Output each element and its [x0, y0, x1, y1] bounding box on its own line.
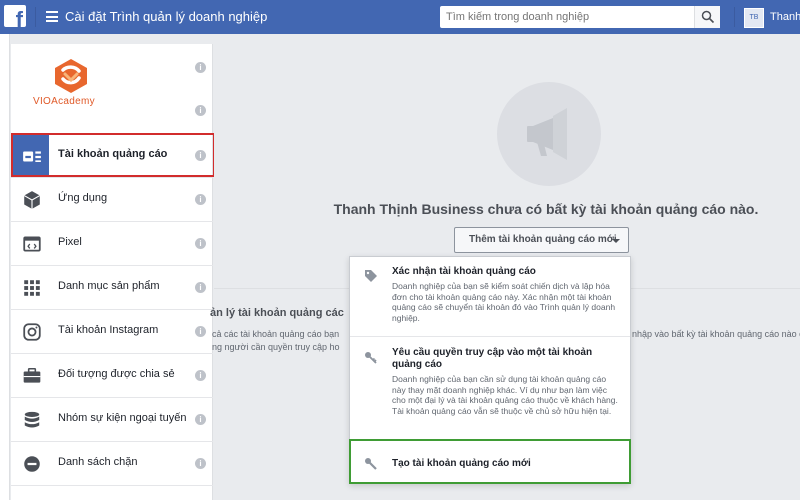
add-ad-account-button[interactable]: Thêm tài khoản quảng cáo mới	[454, 227, 629, 253]
sidebar-item-block-lists[interactable]: Danh sách chặn i	[11, 441, 213, 485]
search-icon	[701, 10, 715, 24]
info-icon[interactable]: i	[195, 458, 206, 469]
tag-icon	[365, 270, 377, 282]
sidebar-item-label: Tài khoản Instagram	[58, 324, 159, 336]
sidebar-item-label: Nhóm sự kiện ngoại tuyến	[58, 412, 187, 424]
add-ad-account-button-label: Thêm tài khoản quảng cáo mới	[469, 234, 617, 245]
menu-icon[interactable]	[46, 11, 58, 22]
settings-sidebar: VIOAcademy i i Tài khoản quảng cáo i Ứng…	[11, 44, 213, 500]
info-icon[interactable]: i	[195, 194, 206, 205]
topbar-divider	[734, 7, 735, 27]
sidebar-item-catalogs[interactable]: Danh mục sản phẩm i	[11, 265, 213, 309]
info-icon[interactable]: i	[195, 282, 206, 293]
empty-state-message: Thanh Thịnh Business chưa có bất kỳ tài …	[333, 201, 759, 217]
briefcase-icon	[23, 368, 41, 383]
page-title: Cài đặt Trình quản lý doanh nghiệp	[65, 9, 268, 24]
left-nav-strip	[0, 34, 10, 500]
sidebar-item-apps[interactable]: Ứng dụng i	[11, 177, 213, 221]
avatar[interactable]: TB	[744, 8, 764, 28]
grid-icon	[24, 280, 40, 296]
info-icon[interactable]: i	[195, 326, 206, 337]
sidebar-item-shared-audiences[interactable]: Đối tượng được chia sẻ i	[11, 353, 213, 397]
menu-item-title: Yêu cầu quyền truy cập vào một tài khoản…	[392, 347, 593, 370]
brand-logo: VIOAcademy i i	[11, 44, 213, 132]
database-icon	[24, 411, 40, 428]
user-name-link[interactable]: Thanh	[770, 11, 800, 23]
info-icon[interactable]: i	[195, 414, 206, 425]
code-icon	[23, 236, 41, 252]
sidebar-item-label: Danh mục sản phẩm	[58, 280, 160, 292]
block-icon	[24, 456, 40, 472]
sidebar-hidden-item-2[interactable]: i	[11, 88, 213, 132]
cube-icon	[23, 191, 41, 209]
search-box	[440, 6, 720, 28]
sidebar-item-partial[interactable]	[11, 485, 213, 500]
sidebar-item-label: Đối tượng được chia sẻ	[58, 368, 175, 380]
search-button[interactable]	[694, 6, 720, 28]
search-input[interactable]	[440, 6, 692, 28]
highlight-box-ad-accounts	[11, 133, 215, 177]
menu-item-title: Xác nhận tài khoản quảng cáo	[392, 266, 536, 277]
instagram-icon	[23, 323, 41, 341]
section-text-partial: ng người cần quyền truy cập ho	[212, 342, 340, 352]
menu-item-description: Doanh nghiệp của bạn sẽ kiểm soát chiến …	[392, 281, 616, 323]
sidebar-item-offline-events[interactable]: Nhóm sự kiện ngoại tuyến i	[11, 397, 213, 441]
menu-item-description: Doanh nghiệp của bạn cần sử dụng tài kho…	[392, 374, 618, 416]
section-text-partial: nhập vào bất kỳ tài khoản quảng cáo nào …	[632, 329, 800, 339]
sidebar-hidden-item-1[interactable]: i	[11, 44, 213, 88]
topbar-divider	[35, 7, 36, 27]
top-bar: f Cài đặt Trình quản lý doanh nghiệp TB …	[0, 0, 800, 34]
menu-item-claim-ad-account[interactable]: Xác nhận tài khoản quảng cáo Doanh nghiệ…	[350, 257, 630, 335]
megaphone-icon	[527, 108, 567, 160]
info-icon[interactable]: i	[195, 238, 206, 249]
section-text-partial: cả các tài khoản quảng cáo bạn	[212, 329, 340, 339]
key-icon	[365, 352, 377, 364]
chevron-down-icon	[612, 239, 620, 243]
sidebar-item-pixel[interactable]: Pixel i	[11, 221, 213, 265]
facebook-logo-icon[interactable]: f	[4, 5, 26, 27]
info-icon[interactable]: i	[195, 105, 206, 116]
sidebar-item-label: Ứng dụng	[58, 192, 108, 204]
sidebar-item-instagram[interactable]: Tài khoản Instagram i	[11, 309, 213, 353]
sidebar-item-label: Pixel	[58, 236, 82, 248]
section-heading-partial: ản lý tài khoản quảng các	[210, 307, 344, 319]
info-icon[interactable]: i	[195, 370, 206, 381]
menu-item-request-access[interactable]: Yêu cầu quyền truy cập vào một tài khoản…	[350, 337, 630, 437]
sidebar-item-label: Danh sách chặn	[58, 456, 138, 468]
highlight-box-create-ad-account	[349, 439, 631, 484]
empty-state-illustration	[497, 82, 601, 186]
info-icon[interactable]: i	[195, 62, 206, 73]
